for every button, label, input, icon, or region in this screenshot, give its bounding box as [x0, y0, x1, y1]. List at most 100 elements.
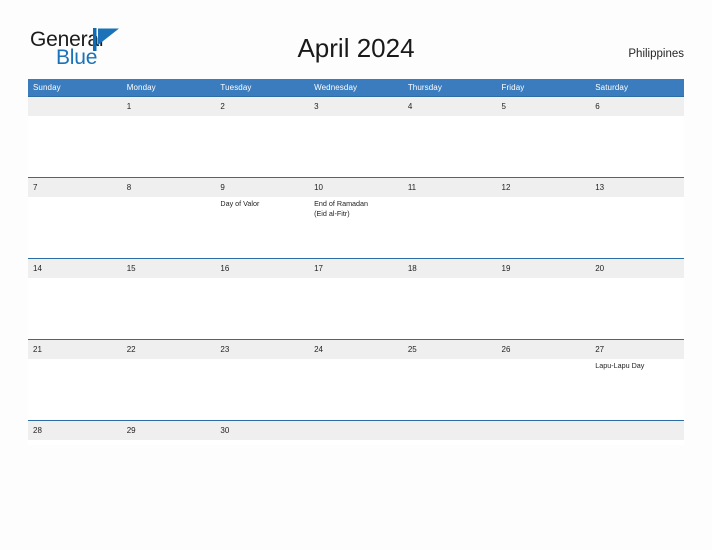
day-number[interactable]: 28 — [28, 421, 122, 440]
day-number[interactable]: 30 — [215, 421, 309, 440]
day-cell-empty — [497, 440, 591, 445]
event-label: Lapu-Lapu Day — [595, 361, 645, 370]
day-number[interactable]: 16 — [215, 259, 309, 278]
day-number[interactable]: 18 — [403, 259, 497, 278]
week-event-band: Lapu-Lapu Day — [28, 359, 684, 421]
day-number[interactable]: 29 — [122, 421, 216, 440]
day-number[interactable]: 9 — [215, 178, 309, 197]
day-cell-empty — [403, 440, 497, 445]
day-number[interactable]: 13 — [590, 178, 684, 197]
day-cell-empty — [590, 440, 684, 445]
empty-day-number — [403, 421, 497, 440]
weekday-header-thursday: Thursday — [407, 83, 442, 92]
day-cell-empty — [497, 197, 591, 259]
day-cell-empty — [122, 440, 216, 445]
day-cell-empty — [28, 116, 122, 178]
day-cell-empty — [497, 359, 591, 421]
weekday-header-tuesday: Tuesday — [220, 83, 252, 92]
day-number[interactable]: 25 — [403, 340, 497, 359]
day-cell-empty — [309, 440, 403, 445]
day-events[interactable]: Day of Valor — [215, 197, 309, 259]
day-cell-empty — [215, 359, 309, 421]
weekday-header-wednesday: Wednesday — [314, 83, 358, 92]
week-date-band: 7 8 9 10 11 12 13 — [28, 178, 684, 197]
week-date-band: 14 15 16 17 18 19 20 — [28, 259, 684, 278]
day-number[interactable]: 15 — [122, 259, 216, 278]
day-number[interactable]: 1 — [122, 97, 216, 116]
day-number[interactable]: 17 — [309, 259, 403, 278]
day-cell-empty — [403, 278, 497, 340]
day-cell-empty — [28, 440, 122, 445]
calendar-week-row: 7 8 9 10 11 12 13 Day of Valor End of Ramadan (Ei… — [28, 177, 684, 259]
day-number[interactable]: 8 — [122, 178, 216, 197]
day-cell-empty — [497, 116, 591, 178]
calendar-weeks: 1 2 3 4 5 6 7 8 9 10 11 12 13 Day of Valor End of Rama… — [28, 96, 684, 445]
day-cell-empty — [122, 116, 216, 178]
day-number[interactable]: 24 — [309, 340, 403, 359]
empty-day-number — [497, 421, 591, 440]
week-event-band: Day of Valor End of Ramadan (Eid al-Fitr) — [28, 197, 684, 259]
calendar-week-row: 21 22 23 24 25 26 27 Lapu-Lapu Day — [28, 339, 684, 421]
day-number[interactable]: 23 — [215, 340, 309, 359]
empty-day-number — [590, 421, 684, 440]
day-cell-empty — [215, 278, 309, 340]
day-number[interactable]: 21 — [28, 340, 122, 359]
calendar-grid: Sunday Monday Tuesday Wednesday Thursday Frid… — [28, 79, 684, 445]
page-title: April 2024 — [297, 33, 415, 63]
weekday-header-sunday: Sunday — [33, 83, 61, 92]
day-number[interactable]: 10 — [309, 178, 403, 197]
page-masthead: General Blue April 2024 Philippines — [0, 0, 712, 78]
day-number[interactable]: 11 — [403, 178, 497, 197]
day-cell-empty — [309, 359, 403, 421]
day-cell-empty — [403, 197, 497, 259]
week-date-band: 28 29 30 — [28, 421, 684, 440]
empty-day-number — [309, 421, 403, 440]
week-date-band: 21 22 23 24 25 26 27 — [28, 340, 684, 359]
day-events[interactable]: End of Ramadan (Eid al-Fitr) — [309, 197, 403, 259]
day-cell-empty — [590, 278, 684, 340]
empty-day-number — [28, 97, 122, 116]
day-cell-empty — [28, 197, 122, 259]
weekday-header-monday: Monday — [126, 83, 156, 92]
day-cell-empty — [590, 116, 684, 178]
day-number[interactable]: 20 — [590, 259, 684, 278]
day-cell-empty — [403, 116, 497, 178]
day-cell-empty — [309, 278, 403, 340]
day-cell-empty — [215, 440, 309, 445]
day-cell-empty — [403, 359, 497, 421]
day-number[interactable]: 19 — [497, 259, 591, 278]
day-cell-empty — [122, 278, 216, 340]
day-number[interactable]: 6 — [590, 97, 684, 116]
event-label: End of Ramadan — [314, 199, 369, 208]
event-label: (Eid al-Fitr) — [314, 208, 350, 218]
calendar-week-row: 123456 — [28, 96, 684, 178]
day-number[interactable]: 27 — [590, 340, 684, 359]
week-event-band — [28, 440, 684, 445]
week-event-band — [28, 278, 684, 340]
day-number[interactable]: 4 — [403, 97, 497, 116]
day-cell-empty — [122, 197, 216, 259]
day-number[interactable]: 5 — [497, 97, 591, 116]
calendar-week-row: 28 29 30 — [28, 420, 684, 445]
day-cell-empty — [590, 197, 684, 259]
event-label: Day of Valor — [220, 199, 260, 208]
day-number[interactable]: 22 — [122, 340, 216, 359]
day-number[interactable]: 12 — [497, 178, 591, 197]
day-events[interactable]: Lapu-Lapu Day — [590, 359, 684, 421]
calendar-week-row: 14 15 16 17 18 19 20 — [28, 258, 684, 340]
day-cell-empty — [309, 116, 403, 178]
weekday-header-friday: Friday — [501, 83, 525, 92]
day-number[interactable]: 7 — [28, 178, 122, 197]
day-number[interactable]: 3 — [309, 97, 403, 116]
day-cell-empty — [28, 359, 122, 421]
weekday-header-row: Sunday Monday Tuesday Wednesday Thursday Frid… — [28, 79, 684, 96]
day-cell-empty — [28, 278, 122, 340]
week-date-band: 123456 — [28, 97, 684, 116]
day-number[interactable]: 2 — [215, 97, 309, 116]
day-number[interactable]: 26 — [497, 340, 591, 359]
weekday-header-saturday: Saturday — [595, 83, 629, 92]
day-number[interactable]: 14 — [28, 259, 122, 278]
day-cell-empty — [122, 359, 216, 421]
day-cell-empty — [497, 278, 591, 340]
country-label: Philippines — [628, 48, 684, 60]
